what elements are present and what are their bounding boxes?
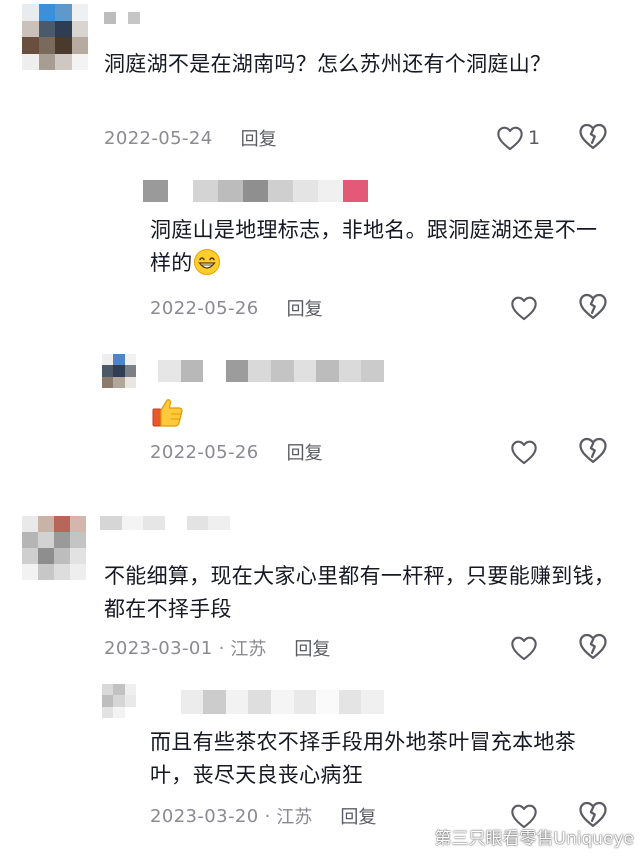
- reply-meta: 2022-05-26 回复: [150, 294, 323, 322]
- avatar[interactable]: [22, 4, 88, 70]
- username[interactable]: [118, 180, 368, 202]
- dislike-button[interactable]: [578, 632, 610, 664]
- reply-date: 2023-03-20: [150, 805, 259, 827]
- meta-separator: ·: [264, 805, 271, 827]
- like-button[interactable]: [510, 292, 538, 324]
- username[interactable]: [104, 12, 140, 24]
- comment-date: 2023-03-01: [104, 637, 213, 659]
- watermark-text: 第三只眼看零售Uniqueye: [434, 829, 634, 849]
- like-button[interactable]: [510, 436, 538, 468]
- heart-icon: [497, 126, 523, 151]
- heart-icon: [511, 636, 537, 661]
- reply-text: 洞庭山是地理标志，非地名。跟洞庭湖还是不一样的: [150, 214, 610, 286]
- reply-button[interactable]: 回复: [241, 125, 277, 151]
- reply-date: 2022-05-26: [150, 441, 259, 463]
- broken-heart-icon: [579, 437, 607, 463]
- comment-meta: 2023-03-01 · 江苏 回复: [104, 634, 330, 662]
- username[interactable]: [158, 360, 384, 382]
- dislike-button[interactable]: [578, 292, 610, 324]
- ip-location: 江苏: [230, 639, 267, 660]
- reply-date: 2022-05-26: [150, 297, 259, 319]
- heart-icon: [511, 440, 537, 465]
- like-button[interactable]: [510, 632, 538, 664]
- reply-text: 而且有些茶农不择手段用外地茶叶冒充本地茶叶，丧尽天良丧心病狂: [150, 730, 576, 787]
- avatar[interactable]: [102, 684, 136, 718]
- broken-heart-icon: [579, 123, 607, 149]
- watermark: 第三只眼看零售Uniqueye: [404, 824, 634, 849]
- broken-heart-icon: [579, 633, 607, 659]
- comment-meta: 2022-05-24 回复: [104, 124, 277, 152]
- heart-icon: [511, 296, 537, 321]
- meta-separator: ·: [218, 637, 225, 659]
- comment-text: 不能细算，现在大家心里都有一杆秤，只要能赚到钱，都在不择手段: [104, 564, 616, 621]
- broken-heart-icon: [579, 293, 607, 319]
- like-button[interactable]: 1: [496, 122, 540, 154]
- reply-button[interactable]: 回复: [294, 635, 330, 661]
- username[interactable]: [158, 690, 384, 714]
- reply-button[interactable]: 回复: [287, 439, 323, 465]
- username[interactable]: [100, 516, 230, 530]
- reply-content: [150, 394, 186, 434]
- dislike-button[interactable]: [578, 122, 610, 154]
- reply-button[interactable]: 回复: [340, 803, 376, 829]
- reply-button[interactable]: 回复: [287, 295, 323, 321]
- dislike-button[interactable]: [578, 436, 610, 468]
- reply-meta: 2023-03-20 · 江苏 回复: [150, 802, 376, 830]
- avatar[interactable]: [102, 354, 136, 388]
- comment-date: 2022-05-24: [104, 127, 213, 149]
- reply-meta: 2022-05-26 回复: [150, 438, 323, 466]
- ip-location: 江苏: [276, 807, 313, 828]
- grinning-emoji: [193, 248, 221, 286]
- avatar[interactable]: [22, 516, 86, 580]
- thumbs-up-emoji: [150, 394, 186, 434]
- like-count: 1: [528, 127, 541, 149]
- weibo-icon: [404, 828, 427, 846]
- comment-text: 洞庭湖不是在湖南吗？怎么苏州还有个洞庭山？: [104, 52, 552, 76]
